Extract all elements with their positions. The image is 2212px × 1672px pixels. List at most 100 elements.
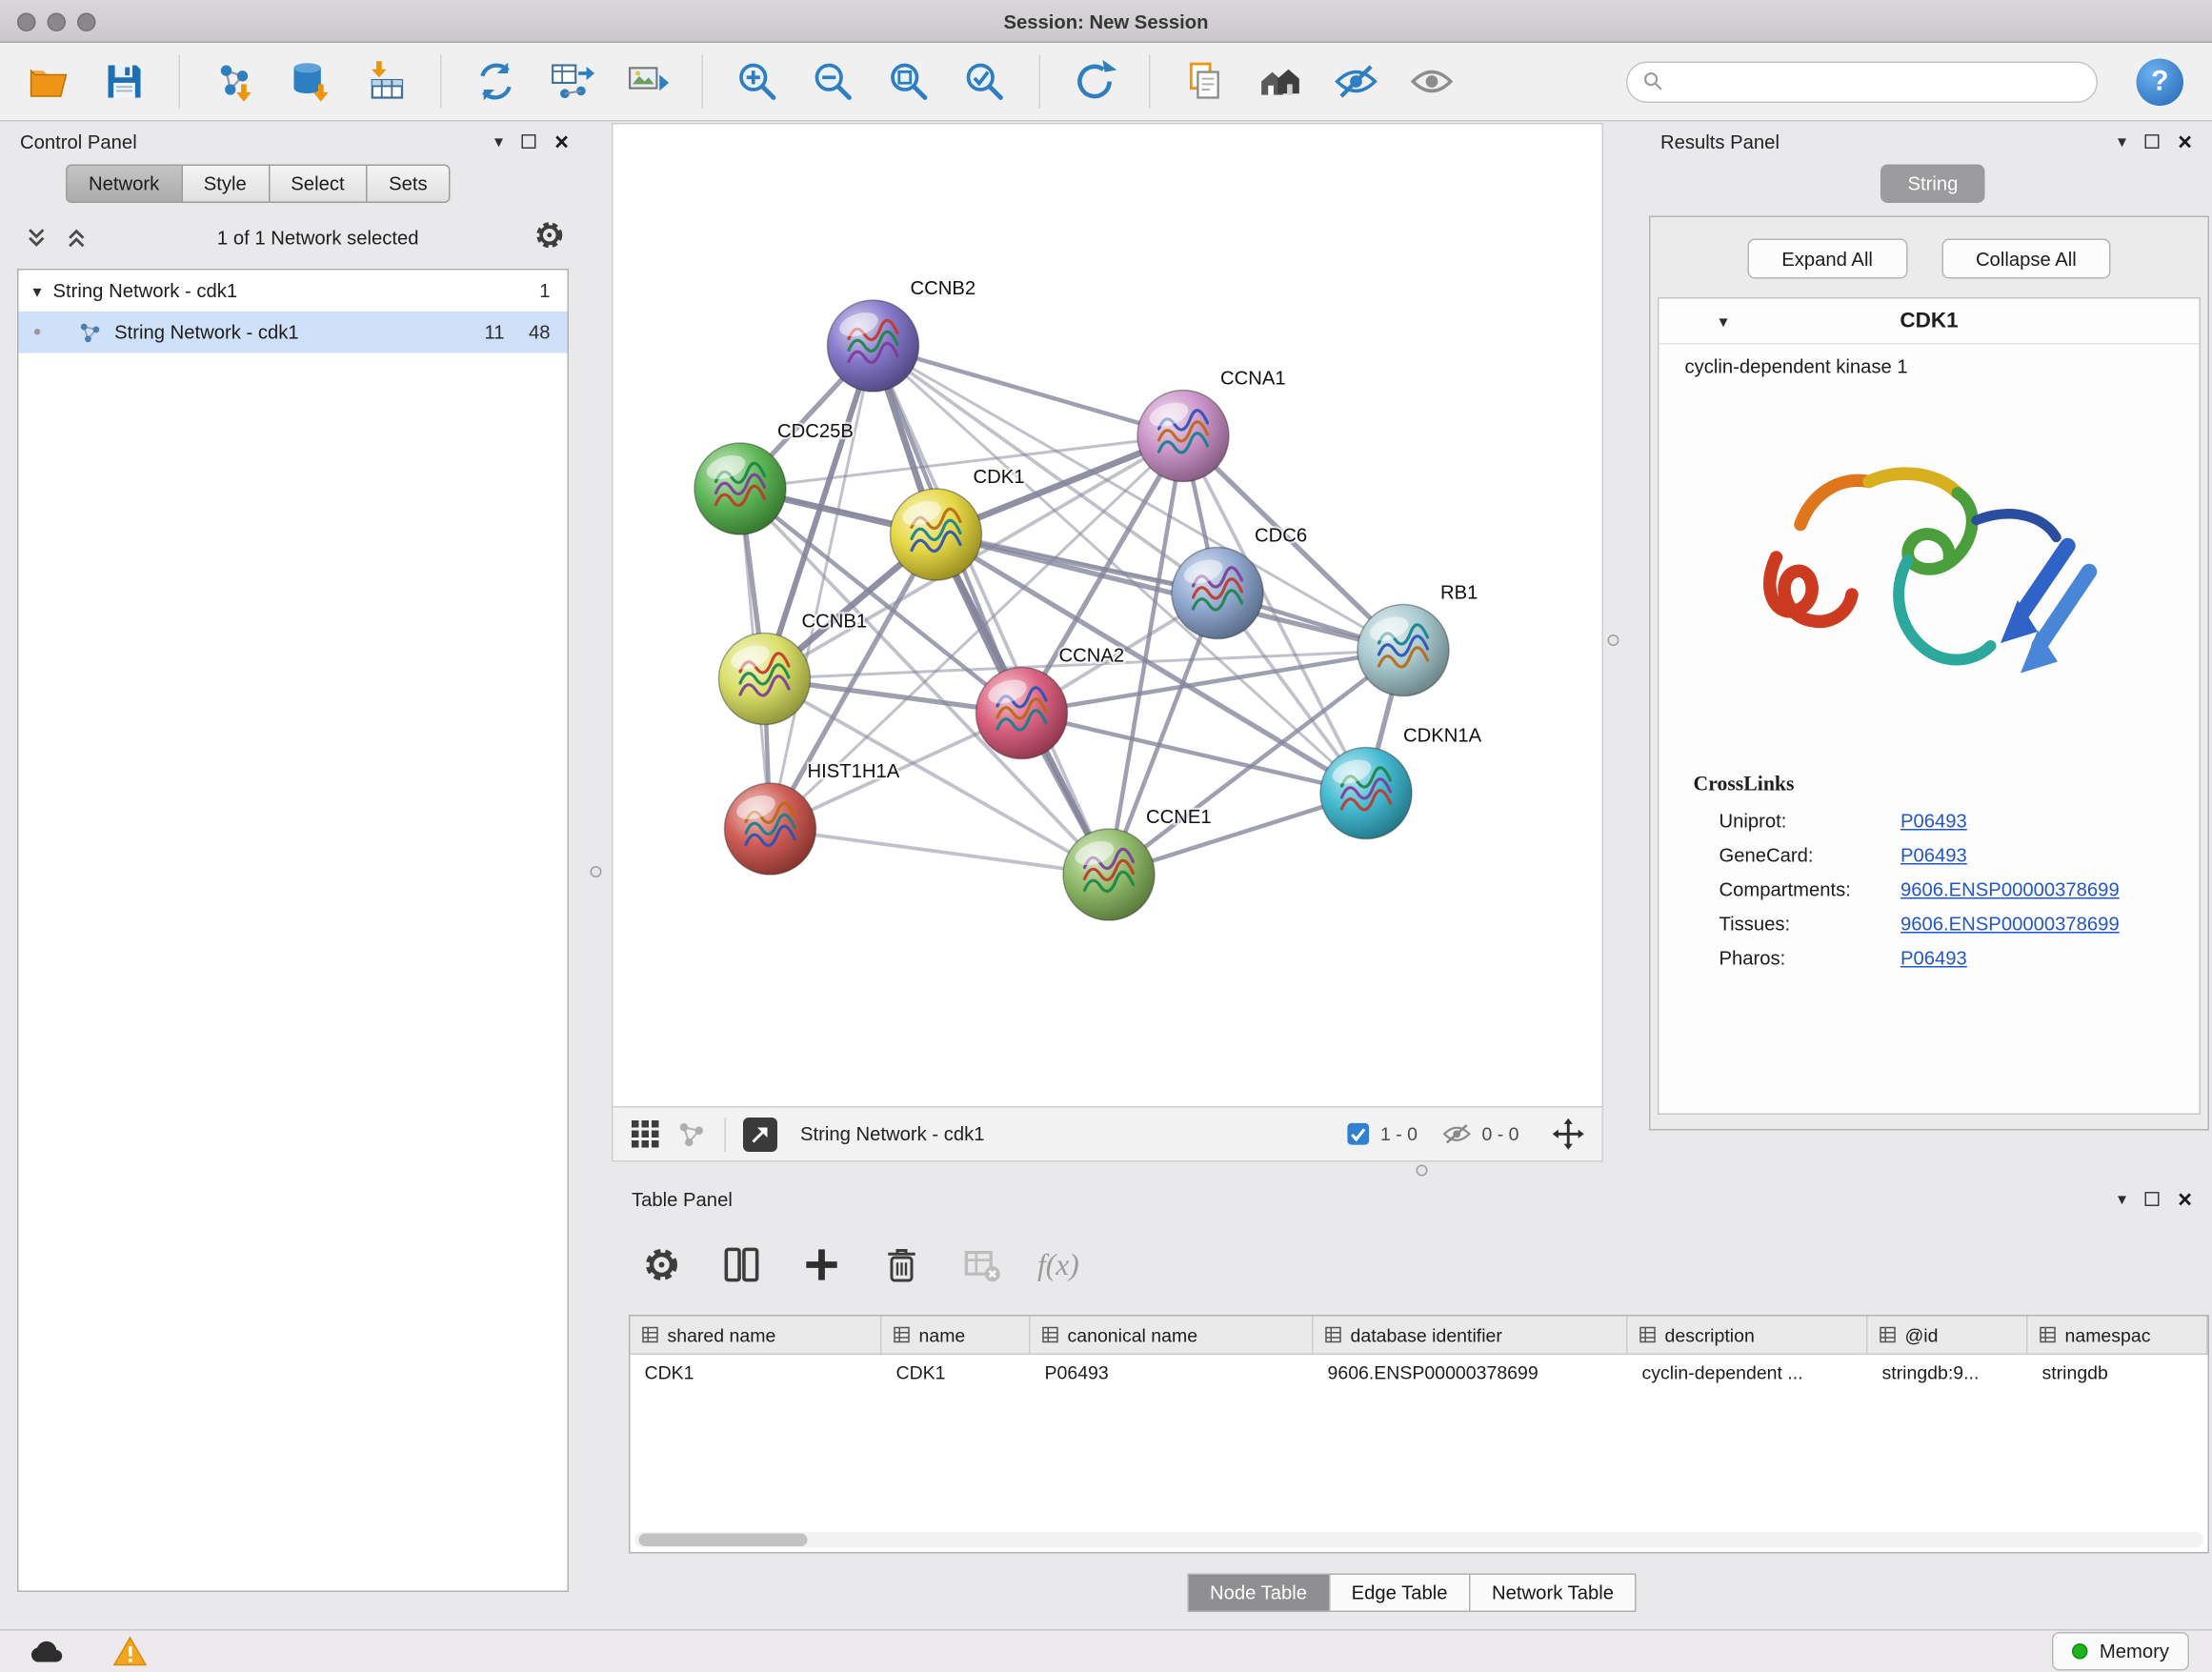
open-in-new-window-button[interactable] xyxy=(743,1117,777,1151)
function-builder-button[interactable]: f(x) xyxy=(1037,1247,1079,1283)
create-column-button[interactable] xyxy=(797,1240,846,1289)
table-cell[interactable]: stringdb:9... xyxy=(1868,1355,2028,1394)
close-table-icon[interactable]: × xyxy=(2178,1187,2192,1212)
table-horizontal-scrollbar[interactable] xyxy=(634,1532,2203,1548)
table-cell[interactable]: CDK1 xyxy=(631,1355,882,1394)
zoom-fit-icon xyxy=(885,57,934,106)
crosslink-value-link[interactable]: P06493 xyxy=(1900,844,1967,866)
section-caret-icon[interactable]: ▾ xyxy=(1719,312,1728,330)
tab-string[interactable]: String xyxy=(1880,165,1985,204)
table-cell[interactable]: 9606.ENSP00000378699 xyxy=(1314,1355,1628,1394)
node-label-CCNA1: CCNA1 xyxy=(1220,369,1286,390)
network-from-table-button[interactable] xyxy=(543,51,600,111)
crosslink-value-link[interactable]: 9606.ENSP00000378699 xyxy=(1900,878,2120,900)
column-header-database-identifier[interactable]: database identifier xyxy=(1314,1317,1628,1354)
column-header-description[interactable]: description xyxy=(1628,1317,1868,1354)
collapse-all-button[interactable]: Collapse All xyxy=(1941,239,2111,279)
table-panel-title: Table Panel xyxy=(632,1188,733,1210)
crosslink-value-link[interactable]: 9606.ENSP00000378699 xyxy=(1900,913,2120,935)
import-network-database-button[interactable] xyxy=(282,51,339,111)
column-header-canonical-name[interactable]: canonical name xyxy=(1031,1317,1314,1354)
column-header-shared-name[interactable]: shared name xyxy=(631,1317,882,1354)
bottom-splitter-handle[interactable] xyxy=(1417,1165,1428,1177)
column-header--id[interactable]: @id xyxy=(1868,1317,2028,1354)
network-collection-row[interactable]: ▾ String Network - cdk1 1 xyxy=(19,271,568,312)
zoom-selected-button[interactable] xyxy=(956,51,1014,111)
table-row[interactable]: CDK1CDK1P064939606.ENSP00000378699cyclin… xyxy=(631,1355,2208,1394)
collapse-all-networks-icon[interactable] xyxy=(63,224,90,252)
documents-button[interactable] xyxy=(1176,51,1234,111)
tab-node-table[interactable]: Node Table xyxy=(1187,1574,1330,1613)
show-columns-button[interactable] xyxy=(717,1240,766,1289)
pan-crosshair-icon[interactable] xyxy=(1552,1118,1585,1151)
search-field[interactable] xyxy=(1626,61,2098,103)
float-table-icon[interactable] xyxy=(2145,1192,2160,1206)
hide-glass-button[interactable] xyxy=(1328,51,1385,111)
cloud-status-button[interactable] xyxy=(23,1633,71,1670)
protein-section-header[interactable]: ▾ CDK1 xyxy=(1659,299,2200,345)
selected-checkbox-icon[interactable] xyxy=(1346,1122,1371,1147)
node-label-CDKN1A: CDKN1A xyxy=(1403,726,1482,747)
home-button[interactable] xyxy=(1252,51,1309,111)
table-cell[interactable]: stringdb xyxy=(2028,1355,2208,1394)
zoom-fit-button[interactable] xyxy=(880,51,937,111)
tab-edge-table[interactable]: Edge Table xyxy=(1330,1574,1470,1613)
zoom-out-button[interactable] xyxy=(805,51,862,111)
column-type-icon xyxy=(1880,1326,1897,1343)
network-options-button[interactable] xyxy=(533,219,567,256)
table-cell[interactable]: CDK1 xyxy=(882,1355,1031,1394)
import-table-file-button[interactable] xyxy=(357,51,414,111)
search-input[interactable] xyxy=(1674,71,2082,92)
open-session-button[interactable] xyxy=(20,51,77,111)
collapse-panel-icon[interactable]: ▾ xyxy=(494,133,503,151)
tab-style[interactable]: Style xyxy=(182,165,270,204)
collapse-table-icon[interactable]: ▾ xyxy=(2118,1191,2126,1208)
column-header-name[interactable]: name xyxy=(882,1317,1031,1354)
results-panel-title: Results Panel xyxy=(1660,131,1780,152)
tab-select[interactable]: Select xyxy=(270,165,368,204)
delete-column-button[interactable] xyxy=(877,1240,926,1289)
network-row[interactable]: ● String Network - cdk1 11 48 xyxy=(19,312,568,353)
close-panel-icon[interactable]: × xyxy=(554,130,569,154)
network-icon xyxy=(79,320,104,345)
expand-all-button[interactable]: Expand All xyxy=(1747,239,1907,279)
left-splitter-handle[interactable] xyxy=(591,866,602,877)
tab-network[interactable]: Network xyxy=(66,165,182,204)
float-panel-icon[interactable] xyxy=(522,134,536,149)
crosslinks-title: CrossLinks xyxy=(1659,754,2200,804)
memory-button[interactable]: Memory xyxy=(2052,1632,2189,1671)
crosslink-row: Pharos:P06493 xyxy=(1659,940,2200,975)
crosslink-value-link[interactable]: P06493 xyxy=(1900,947,1967,969)
hidden-eye-slash-icon[interactable] xyxy=(1441,1122,1472,1147)
right-splitter-handle[interactable] xyxy=(1608,635,1619,646)
warnings-button[interactable] xyxy=(106,1633,154,1670)
duplicate-network-button[interactable] xyxy=(468,51,525,111)
scrollbar-thumb[interactable] xyxy=(639,1534,808,1547)
import-network-file-button[interactable] xyxy=(206,51,263,111)
apply-preferred-layout-button[interactable] xyxy=(1066,51,1123,111)
crosslink-row: GeneCard:P06493 xyxy=(1659,837,2200,872)
tab-network-table[interactable]: Network Table xyxy=(1471,1574,1637,1613)
network-view-icon[interactable] xyxy=(677,1119,708,1150)
clear-table-button[interactable] xyxy=(957,1240,1006,1289)
column-header-namespac[interactable]: namespac xyxy=(2028,1317,2208,1354)
close-results-icon[interactable]: × xyxy=(2178,130,2192,154)
table-cell[interactable]: cyclin-dependent ... xyxy=(1628,1355,1868,1394)
crosslink-value-link[interactable]: P06493 xyxy=(1900,810,1967,832)
save-session-button[interactable] xyxy=(96,51,153,111)
expand-all-networks-icon[interactable] xyxy=(23,224,50,252)
zoom-in-button[interactable] xyxy=(729,51,786,111)
table-cell[interactable]: P06493 xyxy=(1031,1355,1314,1394)
gene-description: cyclin-dependent kinase 1 xyxy=(1659,345,2200,378)
collection-caret-icon[interactable]: ▾ xyxy=(33,282,42,299)
float-results-icon[interactable] xyxy=(2145,134,2160,149)
grid-view-icon[interactable] xyxy=(631,1119,661,1150)
tab-sets[interactable]: Sets xyxy=(368,165,451,204)
show-glass-button[interactable] xyxy=(1403,51,1460,111)
table-options-button[interactable] xyxy=(637,1240,686,1289)
network-canvas[interactable]: CCNB2CCNA1CDC25BCDK1CDC6RB1CCNB1CCNA2CDK… xyxy=(612,123,1603,1108)
network-graph[interactable]: CCNB2CCNA1CDC25BCDK1CDC6RB1CCNB1CCNA2CDK… xyxy=(613,125,1602,1107)
export-image-button[interactable] xyxy=(619,51,676,111)
help-button[interactable]: ? xyxy=(2137,58,2184,106)
collapse-results-icon[interactable]: ▾ xyxy=(2118,133,2126,151)
